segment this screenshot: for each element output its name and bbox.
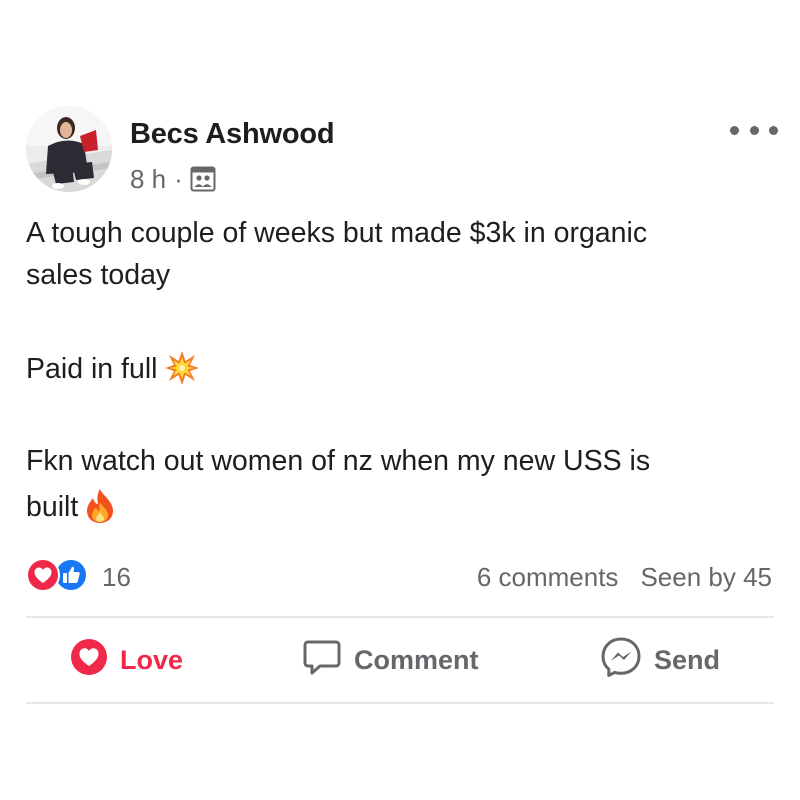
love-button[interactable]: Love: [70, 638, 183, 682]
feed-post: Becs Ashwood 8 h · A tough couple of wee…: [0, 0, 800, 800]
post-stats: 6 comments Seen by 45: [477, 560, 772, 594]
comment-bubble-icon: [302, 637, 342, 684]
reaction-summary[interactable]: 16: [26, 557, 131, 597]
love-icon: [70, 638, 108, 683]
post-text-line: Fkn watch out women of nz when my new US…: [26, 445, 651, 477]
post-text-line: built: [26, 486, 116, 536]
post-text-line: sales today: [26, 259, 171, 291]
post-text-line: A tough couple of weeks but made $3k in …: [26, 217, 648, 249]
post-text-line: Paid in full: [26, 348, 200, 398]
love-reaction-icon: [26, 557, 60, 597]
reaction-count: 16: [102, 561, 131, 592]
seen-by-count[interactable]: Seen by 45: [640, 562, 772, 593]
author-avatar[interactable]: [26, 106, 112, 192]
reaction-icons: [26, 557, 88, 597]
comments-count-link[interactable]: 6 comments: [477, 562, 619, 593]
post-action-bar: Love Comment Send: [0, 618, 800, 702]
meta-separator: ·: [174, 163, 183, 194]
send-label: Send: [654, 644, 721, 675]
post-timestamp[interactable]: 8 h: [130, 164, 166, 195]
fire-icon: [84, 488, 116, 536]
love-label: Love: [120, 644, 184, 675]
post-meta: 8 h ·: [130, 162, 216, 196]
messenger-icon: [600, 636, 642, 685]
send-button[interactable]: Send: [600, 636, 721, 685]
comment-label: Comment: [354, 644, 479, 675]
author-name[interactable]: Becs Ashwood: [130, 118, 335, 151]
group-audience-icon: [190, 166, 216, 192]
collision-icon: [164, 350, 200, 398]
divider: [26, 702, 774, 704]
more-options-icon[interactable]: [730, 118, 778, 142]
comment-button[interactable]: Comment: [302, 638, 479, 682]
